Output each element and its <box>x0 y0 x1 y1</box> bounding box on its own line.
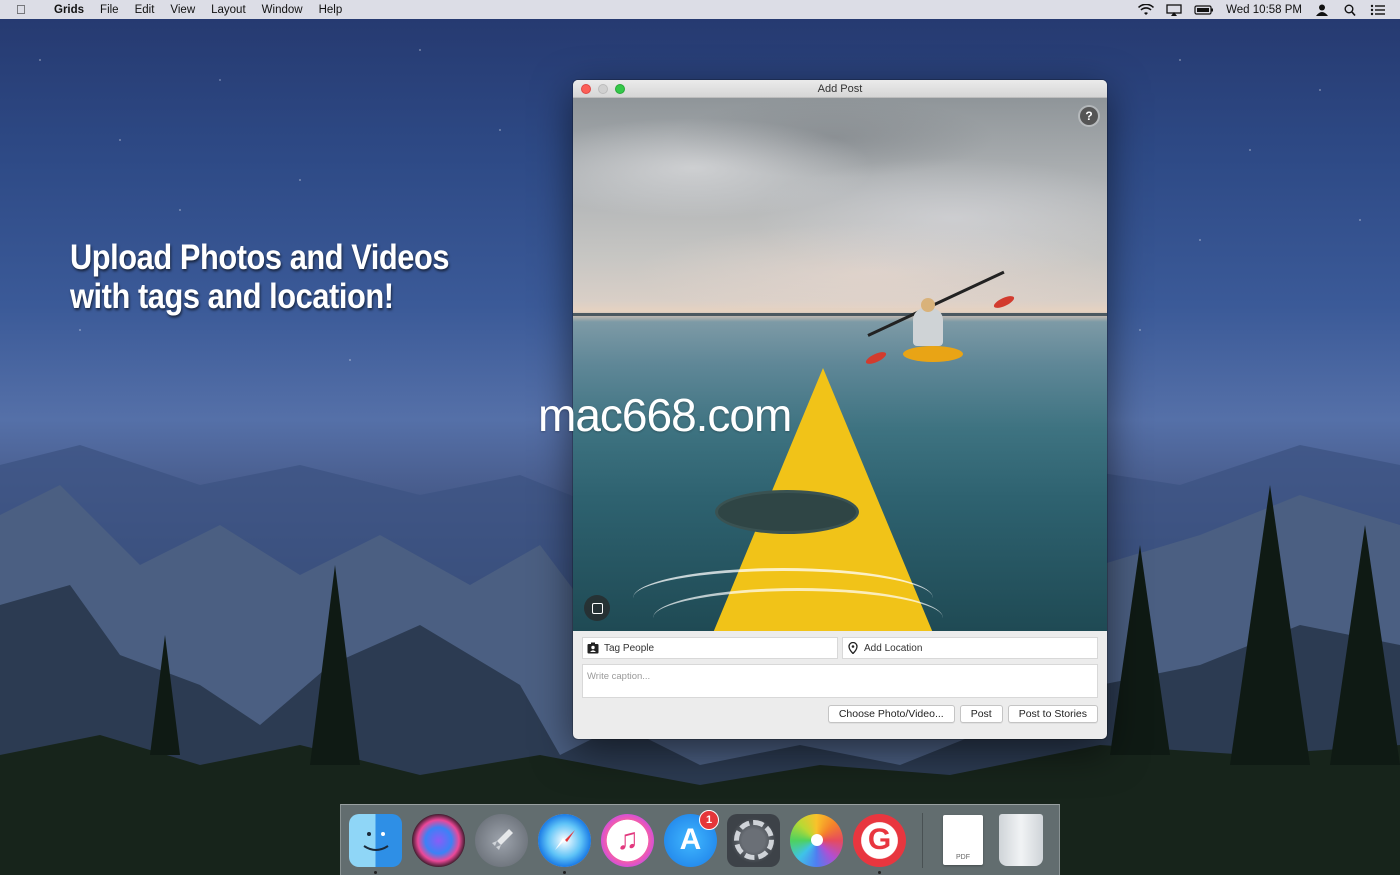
photo-clouds <box>573 98 1107 308</box>
tag-people-label: Tag People <box>604 642 655 654</box>
system-preferences-icon[interactable] <box>727 813 780 867</box>
menu-view[interactable]: View <box>162 4 203 16</box>
compass-glyph <box>554 830 575 850</box>
notification-center-icon[interactable] <box>1370 4 1386 16</box>
photos-icon[interactable] <box>790 813 843 867</box>
distant-kayak <box>903 346 963 362</box>
tag-people-icon <box>587 642 599 654</box>
running-indicator <box>374 870 377 874</box>
menu-layout[interactable]: Layout <box>203 4 254 16</box>
window-titlebar[interactable]: Add Post <box>573 80 1107 98</box>
dock-separator <box>922 812 923 868</box>
paddle-blade <box>864 349 888 367</box>
dock: ♫ A 1 G PDF <box>340 804 1060 875</box>
promo-line-1: Upload Photos and Videos <box>70 238 450 277</box>
search-icon[interactable] <box>1342 4 1358 16</box>
apple-menu-icon[interactable]:  <box>16 2 34 17</box>
post-form: Tag People Add Location Choose Photo/Vid… <box>573 631 1107 723</box>
app-store-badge: 1 <box>699 809 719 830</box>
crop-icon <box>591 602 603 614</box>
battery-icon[interactable] <box>1194 4 1214 16</box>
rocket-glyph <box>491 829 513 850</box>
kayaker <box>913 308 943 346</box>
airplay-icon[interactable] <box>1166 3 1182 16</box>
add-location-label: Add Location <box>864 642 923 654</box>
promo-headline: Upload Photos and Videos with tags and l… <box>70 238 449 316</box>
window-title: Add Post <box>817 82 863 95</box>
grids-icon[interactable]: G <box>853 813 906 874</box>
app-store-icon[interactable]: A 1 <box>664 809 719 867</box>
crop-aspect-button[interactable] <box>584 595 610 621</box>
itunes-icon[interactable]: ♫ <box>601 813 654 867</box>
menu-window[interactable]: Window <box>254 4 311 16</box>
trash-icon[interactable] <box>999 814 1043 866</box>
pdf-label: PDF <box>956 854 970 861</box>
finder-icon[interactable] <box>349 813 402 874</box>
help-button[interactable]: ? <box>1080 107 1098 125</box>
running-indicator <box>878 870 881 874</box>
promo-line-2: with tags and location! <box>70 277 394 316</box>
launchpad-icon[interactable] <box>475 813 528 867</box>
running-indicator <box>563 870 566 874</box>
safari-icon[interactable] <box>538 813 591 874</box>
wifi-icon[interactable] <box>1138 3 1155 16</box>
location-pin-icon <box>848 642 858 654</box>
kayak-hatch <box>715 490 859 534</box>
menu-file[interactable]: File <box>92 4 127 16</box>
watermark-text: mac668.com <box>538 389 792 441</box>
tag-people-field[interactable]: Tag People <box>582 637 838 659</box>
post-to-stories-button[interactable]: Post to Stories <box>1007 705 1098 723</box>
siri-icon[interactable] <box>412 813 465 867</box>
user-icon[interactable] <box>1314 4 1330 16</box>
kayaker-head <box>921 298 935 312</box>
menu-help[interactable]: Help <box>311 4 351 16</box>
clock[interactable]: Wed 10:58 PM <box>1226 4 1302 16</box>
caption-box[interactable] <box>582 664 1098 698</box>
photo-horizon <box>573 313 1107 316</box>
menu-app-name[interactable]: Grids <box>46 4 92 16</box>
choose-photo-video-button[interactable]: Choose Photo/Video... <box>827 705 955 723</box>
photo-preview[interactable]: ? <box>573 98 1107 631</box>
pdf-document-icon[interactable]: PDF <box>943 815 983 865</box>
post-button[interactable]: Post <box>959 705 1003 723</box>
finder-face <box>362 832 389 851</box>
add-location-field[interactable]: Add Location <box>842 637 1098 659</box>
menu-edit[interactable]: Edit <box>127 4 163 16</box>
menu-bar:  Grids File Edit View Layout Window Hel… <box>0 0 1400 19</box>
caption-input[interactable] <box>587 671 1093 682</box>
